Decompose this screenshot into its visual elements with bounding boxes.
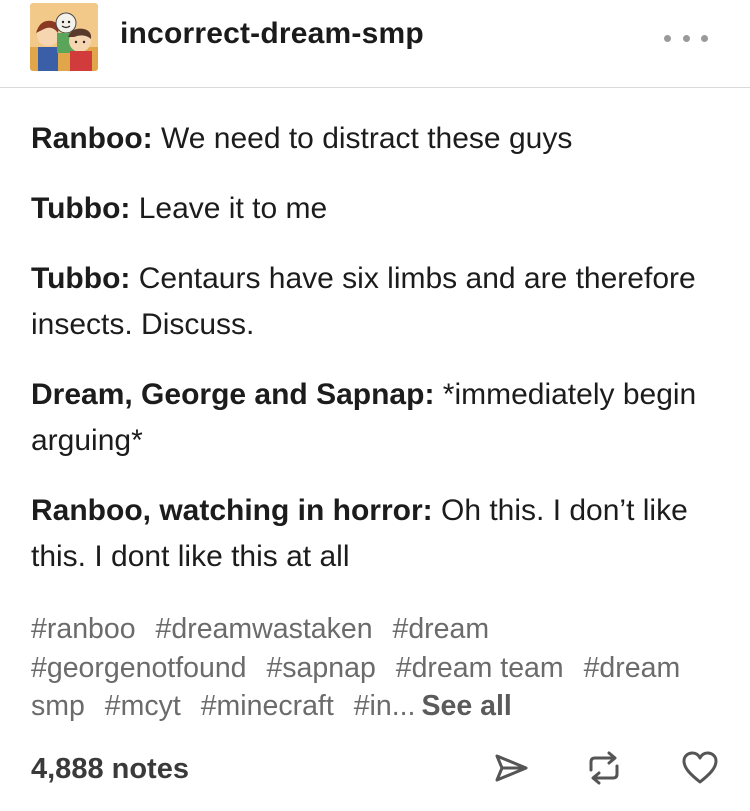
speaker-name: Dream, George and Sapnap: — [31, 378, 435, 411]
tag-link[interactable]: #georgenotfound — [31, 652, 247, 684]
post-body: Ranboo: We need to distract these guys T… — [31, 116, 721, 604]
dot — [682, 34, 690, 42]
tag-link[interactable]: #dream team — [396, 652, 564, 684]
dialogue-line: Tubbo: Leave it to me — [31, 186, 721, 232]
share-icon[interactable] — [493, 750, 529, 791]
tag-link[interactable]: #ranboo — [31, 613, 136, 645]
speaker-name: Tubbo: — [31, 262, 131, 295]
group-portrait-avatar-icon — [30, 3, 98, 71]
tag-link[interactable]: #in... — [354, 690, 416, 722]
speaker-name: Tubbo: — [31, 192, 131, 225]
dialogue-line: Ranboo, watching in horror: Oh this. I d… — [31, 488, 721, 580]
dialogue-line: Dream, George and Sapnap: *immediately b… — [31, 372, 721, 464]
tag-link[interactable]: #dreamwastaken — [156, 613, 373, 645]
more-horizontal-icon[interactable] — [664, 30, 708, 46]
share-icon-glyph — [495, 754, 528, 782]
tag-link[interactable]: #sapnap — [266, 652, 375, 684]
reblog-icon[interactable] — [585, 750, 623, 791]
reblog-icon-glyph — [589, 751, 619, 785]
tag-link[interactable]: #mcyt — [105, 690, 181, 722]
dialogue-line: Tubbo: Centaurs have six limbs and are t… — [31, 256, 721, 348]
like-heart-icon-glyph — [682, 751, 718, 784]
speaker-name: Ranboo, watching in horror: — [31, 494, 433, 527]
dot — [701, 34, 708, 42]
dialogue-line: Ranboo: We need to distract these guys — [31, 116, 721, 162]
post-footer: 4,888 notes — [0, 745, 750, 805]
dialogue-text: Centaurs have six limbs and are therefor… — [31, 262, 696, 341]
see-all-tags-link[interactable]: See all — [421, 690, 511, 722]
dialogue-text: We need to distract these guys — [152, 122, 573, 155]
blog-avatar[interactable] — [30, 3, 98, 71]
tag-list: #ranboo #dreamwastaken #dream #georgenot… — [31, 610, 721, 726]
notes-count[interactable]: 4,888 notes — [31, 753, 189, 786]
post-header: incorrect-dream-smp — [0, 0, 750, 88]
tag-link[interactable]: #minecraft — [201, 690, 334, 722]
like-heart-icon[interactable] — [680, 750, 720, 791]
blog-name[interactable]: incorrect-dream-smp — [120, 17, 424, 51]
tag-link[interactable]: #dream — [392, 613, 489, 645]
dot — [664, 34, 671, 42]
speaker-name: Ranboo: — [31, 122, 153, 155]
dialogue-text: Leave it to me — [130, 192, 328, 225]
